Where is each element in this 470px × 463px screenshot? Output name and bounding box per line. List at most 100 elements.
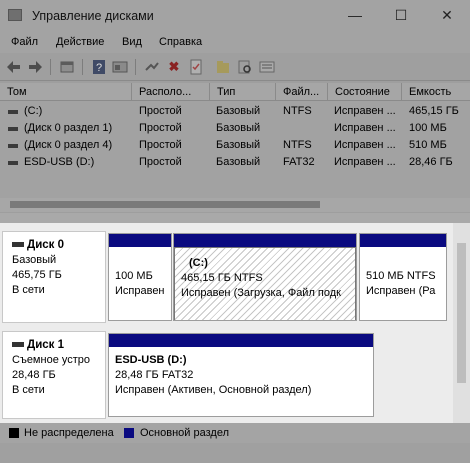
menu-view[interactable]: Вид (122, 36, 142, 48)
partition-size: 510 МБ NTFS (366, 270, 436, 282)
disk-type: Съемное устро (12, 354, 91, 366)
partition-c[interactable]: (C:) 465,15 ГБ NTFS Исправен (Загрузка, … (173, 233, 357, 321)
disk-status: В сети (12, 384, 45, 396)
partition-status: Исправен (Загрузка, Файл подк (181, 287, 341, 299)
disk-size: 28,48 ГБ (12, 369, 56, 381)
search-icon[interactable] (236, 58, 254, 76)
column-header-status[interactable]: Состояние (328, 83, 402, 101)
layout-cell: Простой (139, 139, 182, 151)
legend-unallocated: Не распределена (24, 427, 114, 439)
toolbar-separator (135, 59, 136, 75)
partition-recovery[interactable]: 510 МБ NTFS Исправен (Ра (359, 233, 447, 321)
minimize-button[interactable]: — (332, 0, 378, 31)
layout-cell: Простой (139, 105, 182, 117)
layout-cell: Простой (139, 122, 182, 134)
partition-size: 28,48 ГБ FAT32 (115, 369, 194, 381)
column-header-filesystem[interactable]: Файл... (276, 83, 328, 101)
volume-icon (8, 127, 18, 131)
unallocated-swatch (9, 428, 19, 438)
status-cell: Исправен ... (334, 139, 396, 151)
disk-type: Базовый (12, 254, 57, 266)
primary-partition-swatch (124, 428, 134, 438)
capacity-cell: 100 МБ (409, 122, 447, 134)
partition-status: Исправен (Ра (366, 285, 436, 297)
partition-bar (360, 234, 446, 247)
column-header-capacity[interactable]: Емкость (402, 83, 470, 101)
disk-management-icon (8, 9, 22, 21)
filesystem-cell: NTFS (283, 139, 312, 151)
capacity-cell: 465,15 ГБ (409, 105, 459, 117)
partition-bar (174, 234, 356, 247)
disk-graphical-view: Диск 0 Базовый 465,75 ГБ В сети 100 МБ И… (0, 223, 470, 423)
type-cell: Базовый (216, 105, 261, 117)
type-cell: Базовый (216, 122, 261, 134)
volume-name: (Диск 0 раздел 1) (24, 122, 113, 134)
properties-icon[interactable] (58, 58, 76, 76)
menu-action[interactable]: Действие (56, 36, 104, 48)
toolbar-separator (82, 59, 83, 75)
disk-icon (12, 242, 24, 248)
legend: Не распределена Основной раздел (0, 423, 470, 443)
console-icon[interactable] (111, 58, 129, 76)
volume-icon (8, 161, 18, 165)
close-button[interactable]: ✕ (424, 0, 470, 31)
arrow-right-icon[interactable] (26, 58, 44, 76)
column-header-layout[interactable]: Располо... (132, 83, 210, 101)
type-cell: Базовый (216, 156, 261, 168)
disk-status: В сети (12, 284, 45, 296)
type-cell: Базовый (216, 139, 261, 151)
checklist-icon[interactable] (187, 58, 205, 76)
menu-bar: Файл Действие Вид Справка (0, 31, 470, 53)
scrollbar-thumb[interactable] (10, 201, 320, 208)
table-row[interactable]: ESD-USB (D:) Простой Базовый FAT32 Испра… (0, 155, 470, 171)
delete-icon[interactable]: ✖ (165, 58, 183, 76)
disk-name: Диск 1 (27, 339, 65, 351)
vertical-scrollbar[interactable] (453, 223, 470, 423)
menu-file[interactable]: Файл (11, 36, 38, 48)
partition-system[interactable]: 100 МБ Исправен (108, 233, 172, 321)
partition-size: 465,15 ГБ NTFS (181, 272, 263, 284)
partition-usb[interactable]: ESD-USB (D:) 28,48 ГБ FAT32 Исправен (Ак… (108, 333, 374, 417)
status-bar (0, 443, 470, 463)
help-icon[interactable]: ? (90, 58, 108, 76)
capacity-cell: 510 МБ (409, 139, 447, 151)
partition-bar (109, 334, 373, 347)
legend-primary: Основной раздел (140, 427, 229, 439)
menu-help[interactable]: Справка (159, 36, 202, 48)
table-row[interactable]: (C:) Простой Базовый NTFS Исправен ... 4… (0, 104, 470, 120)
status-cell: Исправен ... (334, 122, 396, 134)
list-view-icon[interactable] (258, 58, 276, 76)
column-header-volume[interactable]: Том (0, 83, 132, 101)
partition-size: 100 МБ (115, 270, 153, 282)
disk-1-label[interactable]: Диск 1 Съемное устро 28,48 ГБ В сети (2, 331, 106, 419)
volume-name: ESD-USB (D:) (24, 156, 95, 168)
column-header-type[interactable]: Тип (210, 83, 276, 101)
status-cell: Исправен ... (334, 156, 396, 168)
disk-size: 465,75 ГБ (12, 269, 62, 281)
status-cell: Исправен ... (334, 105, 396, 117)
connect-icon[interactable] (143, 58, 161, 76)
maximize-button[interactable]: ☐ (378, 0, 424, 31)
partition-bar (109, 234, 171, 247)
arrow-left-icon[interactable] (5, 58, 23, 76)
svg-text:?: ? (96, 62, 102, 74)
table-row[interactable]: (Диск 0 раздел 1) Простой Базовый Исправ… (0, 121, 470, 137)
scrollbar-thumb[interactable] (457, 243, 466, 383)
volume-name: (C:) (24, 105, 43, 117)
layout-cell: Простой (139, 156, 182, 168)
partition-title: (C:) (189, 257, 208, 269)
horizontal-scrollbar[interactable] (0, 198, 470, 212)
window-title: Управление дисками (32, 9, 154, 23)
disk-0-label[interactable]: Диск 0 Базовый 465,75 ГБ В сети (2, 231, 106, 323)
toolbar: ? ✖ (0, 53, 470, 81)
filesystem-cell: FAT32 (283, 156, 315, 168)
table-row[interactable]: (Диск 0 раздел 4) Простой Базовый NTFS И… (0, 138, 470, 154)
filesystem-cell: NTFS (283, 105, 312, 117)
folder-icon[interactable] (214, 58, 232, 76)
pane-splitter[interactable] (0, 213, 470, 223)
toolbar-separator (50, 59, 51, 75)
partition-title: ESD-USB (D:) (115, 354, 187, 366)
partition-status: Исправен (Активен, Основной раздел) (115, 384, 312, 396)
volume-icon (8, 144, 18, 148)
volume-list: Том Располо... Тип Файл... Состояние Емк… (0, 83, 470, 201)
